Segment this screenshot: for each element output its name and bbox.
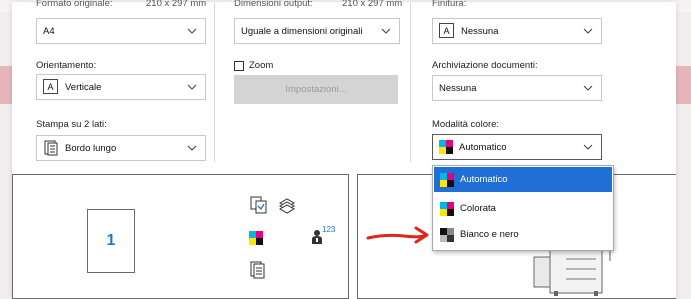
print-settings-dialog: Formato originale: 210 x 297 mm Dimensio… bbox=[12, 0, 676, 299]
finitura-value: Nessuna bbox=[461, 25, 499, 37]
annotation-arrow-icon bbox=[366, 226, 429, 244]
orientamento-label: Orientamento: bbox=[36, 60, 97, 71]
stampa-2-lati-combo[interactable]: Bordo lungo bbox=[36, 135, 206, 161]
color-option-colorata[interactable]: Colorata bbox=[434, 196, 612, 221]
chevron-down-icon bbox=[187, 84, 197, 90]
stampa-2-lati-label: Stampa su 2 lati: bbox=[36, 119, 107, 130]
modalita-colore-combo[interactable]: Automatico bbox=[432, 134, 602, 160]
background-band-right bbox=[676, 66, 691, 104]
stapled-stack-icon bbox=[278, 198, 296, 214]
option-label: Automatico bbox=[460, 174, 508, 185]
option-label: Colorata bbox=[460, 203, 496, 214]
portrait-a-icon: A bbox=[43, 79, 59, 95]
chevron-down-icon bbox=[583, 28, 593, 34]
dimensioni-output-value: Uguale a dimensioni originali bbox=[241, 25, 363, 37]
full-color-icon bbox=[440, 201, 454, 216]
zoom-checkbox[interactable] bbox=[234, 61, 244, 71]
archiviazione-label: Archiviazione documenti: bbox=[432, 60, 538, 71]
orientamento-combo[interactable]: A Verticale bbox=[36, 74, 206, 100]
impostazioni-button[interactable]: Impostazioni... bbox=[234, 75, 398, 104]
black-white-icon bbox=[440, 227, 454, 242]
color-option-bianco-e-nero[interactable]: Bianco e nero bbox=[434, 222, 612, 247]
color-option-automatico[interactable]: Automatico bbox=[434, 167, 612, 192]
formato-originale-size: 210 x 297 mm bbox=[146, 0, 207, 9]
modalita-colore-label: Modalità colore: bbox=[432, 119, 500, 130]
print-preview-panel: 1 123 bbox=[12, 174, 349, 299]
color-mode-dropdown-list: Automatico Colorata Bianco e nero bbox=[432, 165, 614, 251]
archiviazione-value: Nessuna bbox=[439, 82, 477, 94]
stampa-2-lati-value: Bordo lungo bbox=[65, 142, 117, 154]
color-mode-icon bbox=[439, 140, 453, 154]
copies-superscript: 123 bbox=[322, 225, 336, 234]
column-separator bbox=[410, 2, 411, 162]
orientation-a-icon: A bbox=[439, 23, 455, 39]
duplex-long-edge-icon bbox=[43, 140, 59, 156]
orientamento-value: Verticale bbox=[65, 81, 102, 93]
option-label: Bianco e nero bbox=[460, 229, 519, 240]
formato-originale-combo[interactable]: A4 bbox=[36, 18, 206, 44]
modalita-colore-value: Automatico bbox=[459, 141, 507, 153]
color-mode-icon bbox=[249, 231, 263, 245]
background-band-left bbox=[0, 66, 12, 104]
dimensioni-output-size: 210 x 297 mm bbox=[342, 0, 403, 9]
finitura-combo[interactable]: A Nessuna bbox=[432, 18, 602, 44]
chevron-down-icon bbox=[583, 85, 593, 91]
chevron-down-icon bbox=[187, 145, 197, 151]
copy-pages-icon bbox=[250, 196, 267, 214]
color-mode-icon bbox=[440, 172, 454, 187]
chevron-down-icon bbox=[381, 28, 391, 34]
preview-page: 1 bbox=[87, 209, 135, 273]
chevron-down-icon bbox=[187, 28, 197, 34]
chevron-down-icon bbox=[583, 144, 593, 150]
formato-originale-label: Formato originale: bbox=[36, 0, 113, 9]
finitura-label: Finitura: bbox=[432, 0, 467, 9]
dimensioni-output-combo[interactable]: Uguale a dimensioni originali bbox=[234, 18, 400, 44]
column-separator bbox=[214, 2, 215, 162]
archiviazione-combo[interactable]: Nessuna bbox=[432, 75, 602, 101]
duplex-long-edge-icon bbox=[250, 261, 265, 279]
dimensioni-output-label: Dimensioni output: bbox=[234, 0, 313, 9]
zoom-label: Zoom bbox=[249, 60, 274, 71]
formato-originale-value: A4 bbox=[43, 25, 55, 37]
